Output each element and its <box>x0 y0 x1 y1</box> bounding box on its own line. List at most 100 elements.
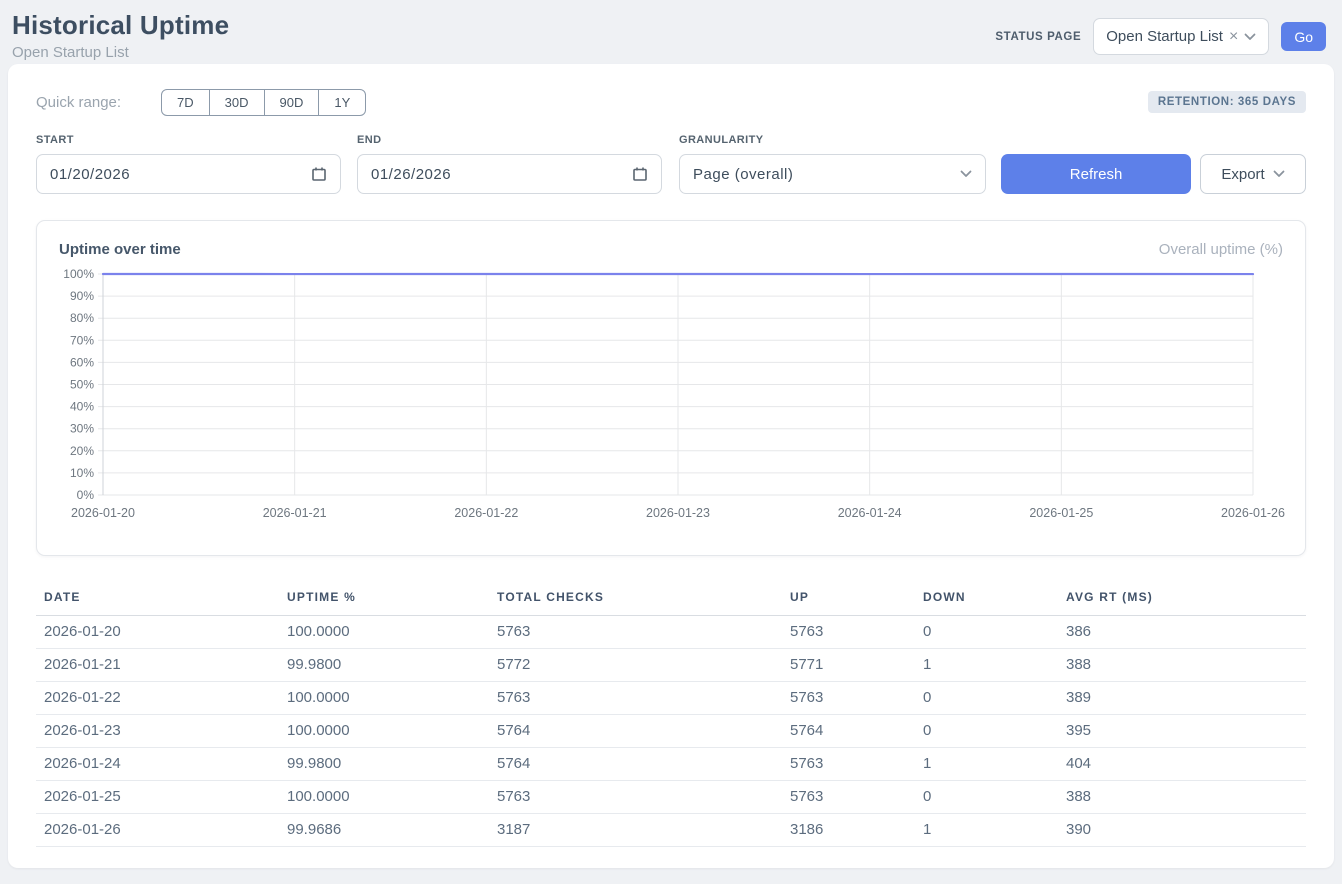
page-subtitle: Open Startup List <box>12 44 229 61</box>
svg-text:70%: 70% <box>70 333 94 347</box>
table-cell: 100.0000 <box>279 781 489 814</box>
svg-text:2026-01-24: 2026-01-24 <box>838 506 902 520</box>
chevron-down-icon <box>960 170 972 178</box>
svg-text:80%: 80% <box>70 311 94 325</box>
table-cell: 2026-01-25 <box>36 781 279 814</box>
svg-text:2026-01-26: 2026-01-26 <box>1221 506 1285 520</box>
svg-text:2026-01-22: 2026-01-22 <box>454 506 518 520</box>
table-cell: 0 <box>915 715 1058 748</box>
table-row: 2026-01-2699.9686318731861390 <box>36 814 1306 847</box>
retention-badge: RETENTION: 365 DAYS <box>1148 91 1306 113</box>
chart-header: Uptime over time Overall uptime (%) <box>59 241 1283 258</box>
quick-range-90d-button[interactable]: 90D <box>264 89 320 116</box>
start-date-value: 01/20/2026 <box>50 166 130 183</box>
chart-title: Uptime over time <box>59 241 181 258</box>
calendar-icon[interactable] <box>311 166 327 182</box>
table-cell: 100.0000 <box>279 715 489 748</box>
granularity-label: GRANULARITY <box>679 134 986 146</box>
svg-text:0%: 0% <box>77 488 95 502</box>
table-cell: 5763 <box>489 616 782 649</box>
table-cell: 0 <box>915 616 1058 649</box>
table-cell: 2026-01-23 <box>36 715 279 748</box>
svg-text:10%: 10% <box>70 466 94 480</box>
granularity-select[interactable]: Page (overall) <box>679 154 986 194</box>
start-date-input[interactable]: 01/20/2026 <box>36 154 341 194</box>
start-date-field: START 01/20/2026 <box>36 134 341 194</box>
page-title: Historical Uptime <box>12 10 229 41</box>
table-cell: 99.9800 <box>279 748 489 781</box>
table-cell: 3186 <box>782 814 915 847</box>
main-panel: Quick range: 7D30D90D1Y RETENTION: 365 D… <box>8 64 1334 868</box>
quick-range-7d-button[interactable]: 7D <box>161 89 210 116</box>
data-table: DATEUPTIME %TOTAL CHECKSUPDOWNAVG RT (MS… <box>36 582 1306 847</box>
end-date-field: END 01/26/2026 <box>357 134 662 194</box>
granularity-field: GRANULARITY Page (overall) <box>679 134 986 194</box>
quick-range-row: Quick range: 7D30D90D1Y RETENTION: 365 D… <box>36 88 1306 116</box>
table-row: 2026-01-2499.9800576457631404 <box>36 748 1306 781</box>
go-button[interactable]: Go <box>1281 22 1326 51</box>
table-row: 2026-01-22100.0000576357630389 <box>36 682 1306 715</box>
quick-range-30d-button[interactable]: 30D <box>209 89 265 116</box>
uptime-chart: 0%10%20%30%40%50%60%70%80%90%100%2026-01… <box>59 266 1283 529</box>
quick-range-label: Quick range: <box>36 94 121 111</box>
svg-text:50%: 50% <box>70 378 94 392</box>
column-header: DATE <box>36 582 279 616</box>
table-row: 2026-01-23100.0000576457640395 <box>36 715 1306 748</box>
table-cell: 390 <box>1058 814 1306 847</box>
table-cell: 389 <box>1058 682 1306 715</box>
table-cell: 5763 <box>782 748 915 781</box>
svg-text:2026-01-23: 2026-01-23 <box>646 506 710 520</box>
table-cell: 388 <box>1058 781 1306 814</box>
table-cell: 1 <box>915 748 1058 781</box>
table-header-row: DATEUPTIME %TOTAL CHECKSUPDOWNAVG RT (MS… <box>36 582 1306 616</box>
table-cell: 5764 <box>782 715 915 748</box>
line-chart-canvas: 0%10%20%30%40%50%60%70%80%90%100%2026-01… <box>59 266 1287 524</box>
end-date-value: 01/26/2026 <box>371 166 451 183</box>
chart-card: Uptime over time Overall uptime (%) 0% 10… <box>36 220 1306 556</box>
export-button-label: Export <box>1221 166 1264 183</box>
svg-text:2026-01-25: 2026-01-25 <box>1029 506 1093 520</box>
column-header: UPTIME % <box>279 582 489 616</box>
table-cell: 2026-01-20 <box>36 616 279 649</box>
chevron-down-icon <box>1273 170 1285 178</box>
table-cell: 0 <box>915 682 1058 715</box>
svg-text:60%: 60% <box>70 355 94 369</box>
svg-text:100%: 100% <box>63 267 94 281</box>
table-cell: 2026-01-21 <box>36 649 279 682</box>
table-cell: 1 <box>915 814 1058 847</box>
table-cell: 5763 <box>489 682 782 715</box>
export-button[interactable]: Export <box>1200 154 1306 194</box>
quick-range-group: 7D30D90D1Y <box>161 89 366 116</box>
filter-fields-row: START 01/20/2026 END 01/26/2026 GRANULAR… <box>36 134 1306 194</box>
clear-icon[interactable]: × <box>1229 29 1238 45</box>
table-cell: 2026-01-26 <box>36 814 279 847</box>
status-page-select[interactable]: Open Startup List × <box>1093 18 1269 55</box>
table-cell: 5772 <box>489 649 782 682</box>
table-cell: 5763 <box>782 781 915 814</box>
svg-text:40%: 40% <box>70 400 94 414</box>
column-header: DOWN <box>915 582 1058 616</box>
table-cell: 2026-01-24 <box>36 748 279 781</box>
table-cell: 1 <box>915 649 1058 682</box>
end-date-input[interactable]: 01/26/2026 <box>357 154 662 194</box>
header-controls: STATUS PAGE Open Startup List × Go <box>995 18 1326 55</box>
chevron-down-icon <box>1244 33 1256 41</box>
calendar-icon[interactable] <box>632 166 648 182</box>
table-cell: 2026-01-22 <box>36 682 279 715</box>
table-cell: 388 <box>1058 649 1306 682</box>
table-cell: 3187 <box>489 814 782 847</box>
table-cell: 386 <box>1058 616 1306 649</box>
table-cell: 100.0000 <box>279 616 489 649</box>
page-header: Historical Uptime Open Startup List STAT… <box>0 0 1342 64</box>
table-cell: 0 <box>915 781 1058 814</box>
table-row: 2026-01-25100.0000576357630388 <box>36 781 1306 814</box>
refresh-button[interactable]: Refresh <box>1001 154 1191 194</box>
table-cell: 5771 <box>782 649 915 682</box>
chart-legend: Overall uptime (%) <box>1159 241 1283 258</box>
svg-text:20%: 20% <box>70 444 94 458</box>
quick-range-1y-button[interactable]: 1Y <box>318 89 366 116</box>
table-cell: 99.9800 <box>279 649 489 682</box>
table-row: 2026-01-20100.0000576357630386 <box>36 616 1306 649</box>
end-date-label: END <box>357 134 662 146</box>
table-cell: 5763 <box>782 682 915 715</box>
